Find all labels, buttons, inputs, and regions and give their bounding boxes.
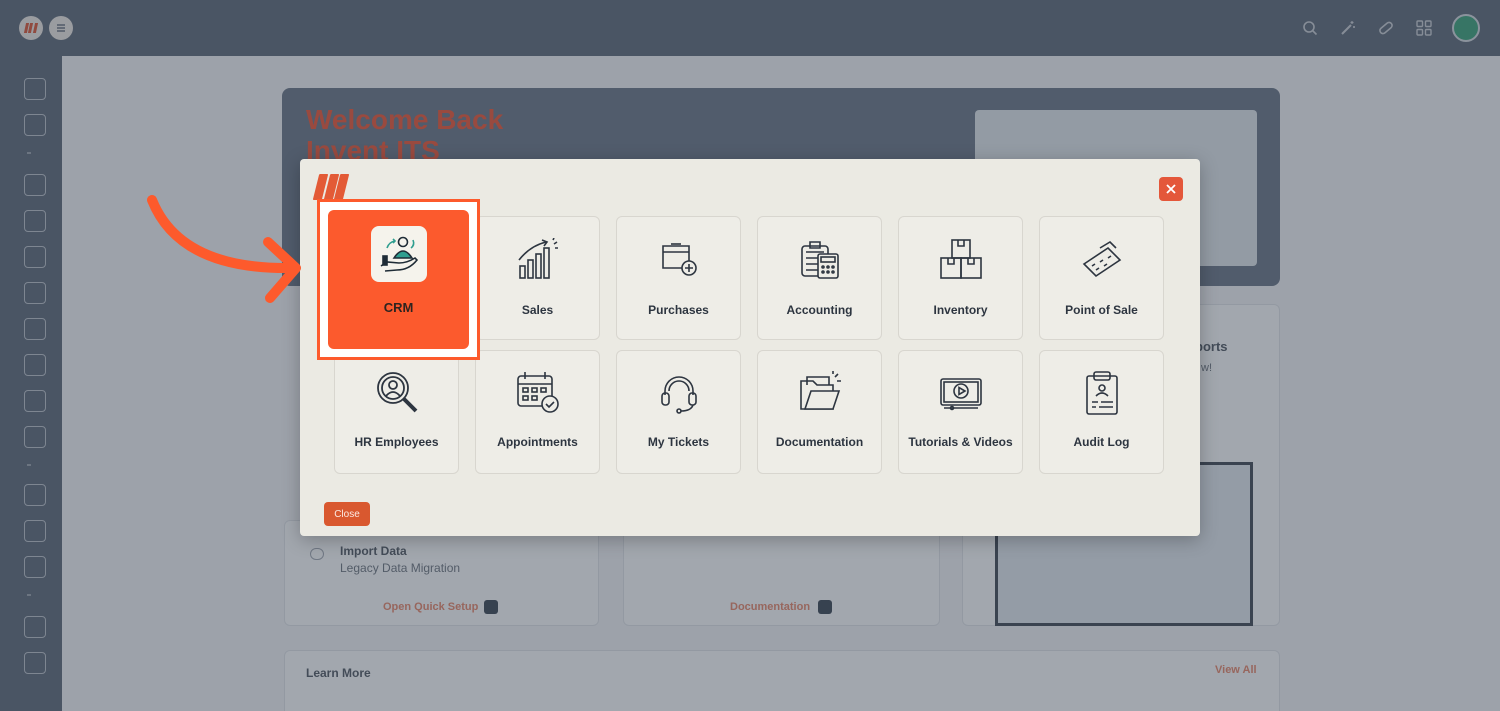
app-label: My Tickets [647,435,710,449]
close-button[interactable]: Close [324,502,370,526]
app-label: Documentation [775,435,864,449]
app-label: Point of Sale [1065,303,1138,317]
accounting-calculator-icon [795,235,845,283]
clipboard-icon [1077,369,1127,417]
app-label: Inventory [933,303,988,317]
pos-terminal-icon [1077,235,1127,283]
app-label: Accounting [786,303,853,317]
app-tile-documentation[interactable]: Documentation [757,350,882,474]
modal-close-x-button[interactable] [1159,177,1183,201]
app-label: HR Employees [354,435,439,449]
inventory-boxes-icon [936,235,986,283]
close-icon [1166,184,1176,194]
app-label: Sales [521,303,554,317]
app-label: Appointments [497,435,578,449]
app-label: Purchases [648,303,709,317]
app-label: Audit Log [1073,435,1130,449]
hr-search-icon [372,369,422,417]
app-tile-appointments[interactable]: Appointments [475,350,600,474]
app-tile-purchases[interactable]: Purchases [616,216,741,340]
app-label: Tutorials & Videos [908,435,1013,449]
sales-chart-icon [513,235,563,283]
app-tile-accounting[interactable]: Accounting [757,216,882,340]
purchases-cart-icon [654,235,704,283]
app-tile-sales[interactable]: Sales [475,216,600,340]
app-tile-point-of-sale[interactable]: Point of Sale [1039,216,1164,340]
app-tile-crm[interactable]: CRM [328,210,469,349]
crm-highlight-frame: CRM [317,199,480,360]
brand-logo [312,174,350,200]
app-tile-my-tickets[interactable]: My Tickets [616,350,741,474]
app-label: CRM [383,300,414,315]
crm-icon [371,226,427,282]
app-tile-hr-employees[interactable]: HR Employees [334,350,459,474]
app-tile-inventory[interactable]: Inventory [898,216,1023,340]
folder-icon [795,369,845,417]
app-tile-tutorials-videos[interactable]: Tutorials & Videos [898,350,1023,474]
pointer-arrow-icon [147,195,301,303]
calendar-icon [513,369,563,417]
headset-icon [654,369,704,417]
app-tile-audit-log[interactable]: Audit Log [1039,350,1164,474]
video-player-icon [936,369,986,417]
